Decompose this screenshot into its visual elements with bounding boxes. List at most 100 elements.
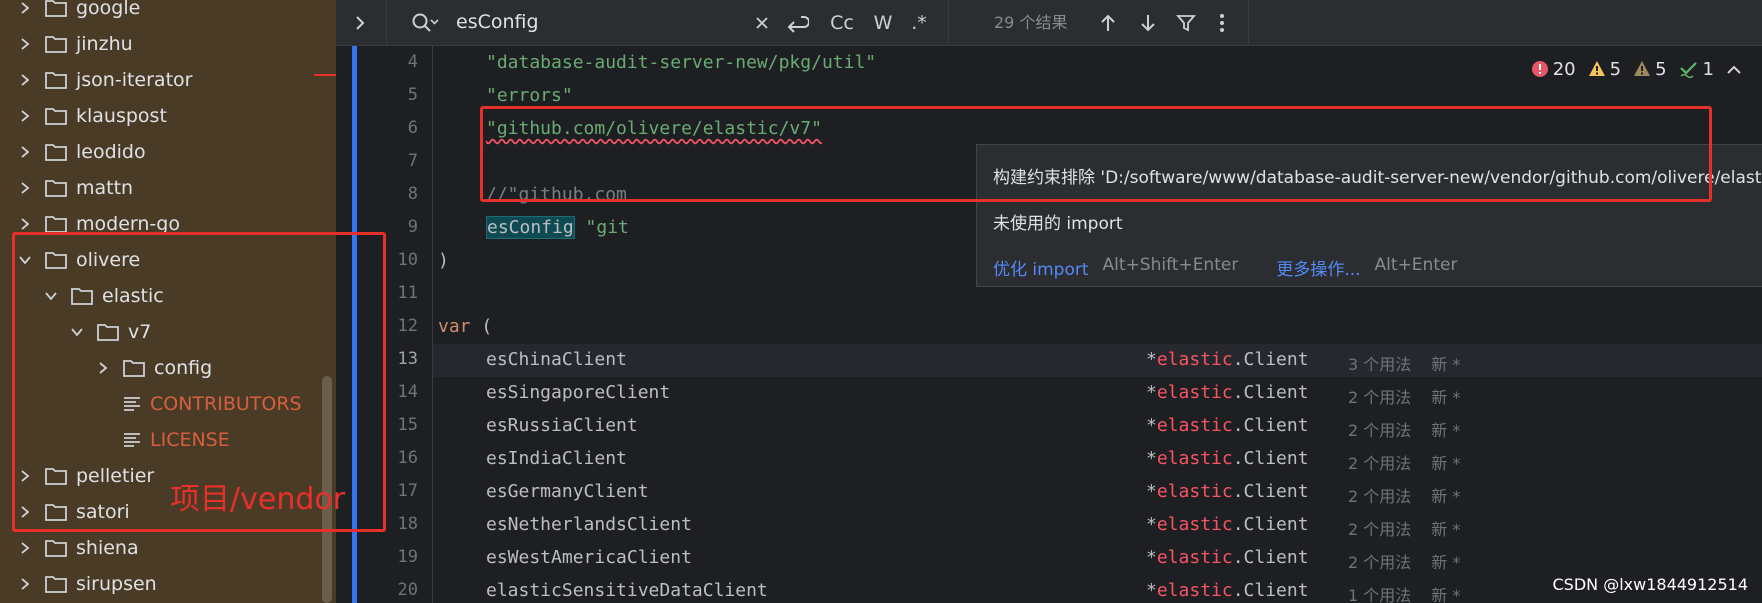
tree-item-leodido[interactable]: leodido (18, 134, 146, 170)
package-ref: elastic (1156, 382, 1233, 403)
var-type[interactable]: *elastic.Client (1146, 415, 1309, 436)
tree-item-sirupsen[interactable]: sirupsen (18, 566, 157, 602)
usage-hint[interactable]: 2 个用法新 * (1348, 384, 1460, 408)
line-number: 6 (407, 118, 418, 138)
whole-word-toggle[interactable]: W (870, 10, 896, 36)
var-type[interactable]: *elastic.Client (1146, 514, 1309, 535)
error-count[interactable]: 20 (1531, 59, 1576, 80)
var-name: elasticSensitiveDataClient (486, 580, 768, 601)
arrow-down-icon[interactable] (1136, 10, 1160, 36)
chevron-right-icon[interactable] (18, 109, 32, 123)
usage-hint[interactable]: 2 个用法新 * (1348, 483, 1460, 507)
chevron-right-icon[interactable] (18, 73, 32, 87)
annotation-box-import (480, 106, 1712, 202)
var-declaration[interactable]: esWestAmericaClient (486, 547, 692, 568)
tree-item-mattn[interactable]: mattn (18, 170, 133, 206)
chevron-right-icon[interactable] (18, 541, 32, 555)
package-ref: elastic (1156, 514, 1233, 535)
usage-hint[interactable]: 2 个用法新 * (1348, 516, 1460, 540)
line-number: 4 (407, 52, 418, 72)
match-case-toggle[interactable]: Cc (826, 10, 858, 36)
line-number: 5 (407, 85, 418, 105)
line-number: 13 (397, 349, 418, 369)
var-declaration[interactable]: esIndiaClient (486, 448, 627, 469)
regex-toggle[interactable]: .* (906, 10, 932, 36)
tree-item-jinzhu[interactable]: jinzhu (18, 26, 133, 62)
var-type[interactable]: *elastic.Client (1146, 580, 1309, 601)
filter-icon[interactable] (1174, 10, 1198, 36)
error-icon (1531, 61, 1548, 77)
usage-hint[interactable]: 2 个用法新 * (1348, 417, 1460, 441)
chevron-right-icon[interactable] (18, 577, 32, 591)
line-number: 12 (397, 316, 418, 336)
code-line-5[interactable]: "errors" (486, 85, 573, 106)
clear-search-icon[interactable] (752, 10, 772, 36)
var-declaration[interactable]: esGermanyClient (486, 481, 649, 502)
var-declaration[interactable]: esRussiaClient (486, 415, 638, 436)
popup-subtitle: 未使用的 import (993, 214, 1123, 234)
search-input[interactable] (456, 6, 696, 38)
tree-item-klauspost[interactable]: klauspost (18, 98, 167, 134)
var-type[interactable]: *elastic.Client (1146, 481, 1309, 502)
new-hint: 新 * (1431, 586, 1461, 603)
weak-warning-count[interactable]: 5 (1633, 59, 1667, 80)
more-actions-link[interactable]: 更多操作... (1276, 255, 1360, 280)
type-ref: .Client (1232, 382, 1309, 403)
usage-hint[interactable]: 1 个用法 新 * (1348, 582, 1460, 603)
var-name: esGermanyClient (486, 481, 649, 502)
package-ref: elastic (1156, 349, 1233, 370)
tree-item-label: klauspost (76, 105, 167, 127)
warning-icon (1588, 61, 1605, 76)
usage-hint[interactable]: 2 个用法新 * (1348, 549, 1460, 573)
typo-count[interactable]: 1 (1679, 59, 1714, 80)
watermark: CSDN @lxw1844912514 (1552, 575, 1749, 594)
usage-count: 2 个用法 (1348, 421, 1412, 440)
var-type[interactable]: *elastic.Client (1146, 448, 1309, 469)
var-type[interactable]: *elastic.Client (1146, 547, 1309, 568)
chevron-right-icon[interactable] (18, 1, 32, 15)
code-editor[interactable]: Cc W .* 29 个结果 4567891011121314151617181… (336, 0, 1762, 603)
usage-hint[interactable]: 3 个用法新 * (1348, 351, 1460, 375)
chevron-right-icon[interactable] (18, 217, 32, 231)
code-line-9[interactable]: esConfig "git (486, 216, 629, 239)
var-type[interactable]: *elastic.Client (1146, 382, 1309, 403)
code-line-10[interactable]: ) (438, 250, 449, 271)
tree-item-label: jinzhu (76, 33, 133, 55)
var-type[interactable]: *elastic.Client (1146, 349, 1309, 370)
var-declaration[interactable]: elasticSensitiveDataClient (486, 580, 768, 601)
pointer-star: * (1146, 514, 1157, 535)
var-declaration[interactable]: esNetherlandsClient (486, 514, 692, 535)
inspection-widget[interactable]: 20 5 5 1 (1531, 56, 1746, 82)
type-ref: .Client (1232, 514, 1309, 535)
tree-item-label: json-iterator (76, 69, 193, 91)
var-declaration[interactable]: esSingaporeClient (486, 382, 670, 403)
var-declaration[interactable]: esChinaClient (486, 349, 627, 370)
usage-hint[interactable]: 2 个用法新 * (1348, 450, 1460, 474)
code-line-4[interactable]: "database-audit-server-new/pkg/util" (486, 52, 876, 73)
new-hint: 新 * (1431, 388, 1461, 407)
tree-item-json-iterator[interactable]: json-iterator (18, 62, 192, 98)
type-ref: .Client (1232, 481, 1309, 502)
more-options-icon[interactable] (1212, 10, 1232, 36)
code-line-12[interactable]: var ( (438, 316, 492, 337)
warning-count[interactable]: 5 (1588, 59, 1621, 80)
pointer-star: * (1146, 349, 1157, 370)
collapse-icon[interactable] (1726, 63, 1746, 75)
chevron-right-icon[interactable] (18, 181, 32, 195)
chevron-right-icon[interactable] (18, 145, 32, 159)
tree-item-label: sirupsen (76, 573, 157, 595)
folder-icon (44, 33, 68, 55)
folder-icon (44, 177, 68, 199)
new-hint: 新 * (1431, 355, 1461, 374)
tree-item-google[interactable]: google (18, 0, 140, 26)
chevron-right-icon[interactable] (350, 10, 370, 36)
tree-item-shiena[interactable]: shiena (18, 530, 139, 566)
type-ref: .Client (1232, 580, 1309, 601)
arrow-up-icon[interactable] (1096, 10, 1120, 36)
var-name: esSingaporeClient (486, 382, 671, 403)
new-line-toggle-icon[interactable] (784, 10, 810, 36)
optimize-imports-link[interactable]: 优化 import (993, 255, 1089, 280)
search-history-icon[interactable] (410, 10, 440, 36)
line-number: 9 (407, 217, 418, 237)
chevron-right-icon[interactable] (18, 37, 32, 51)
